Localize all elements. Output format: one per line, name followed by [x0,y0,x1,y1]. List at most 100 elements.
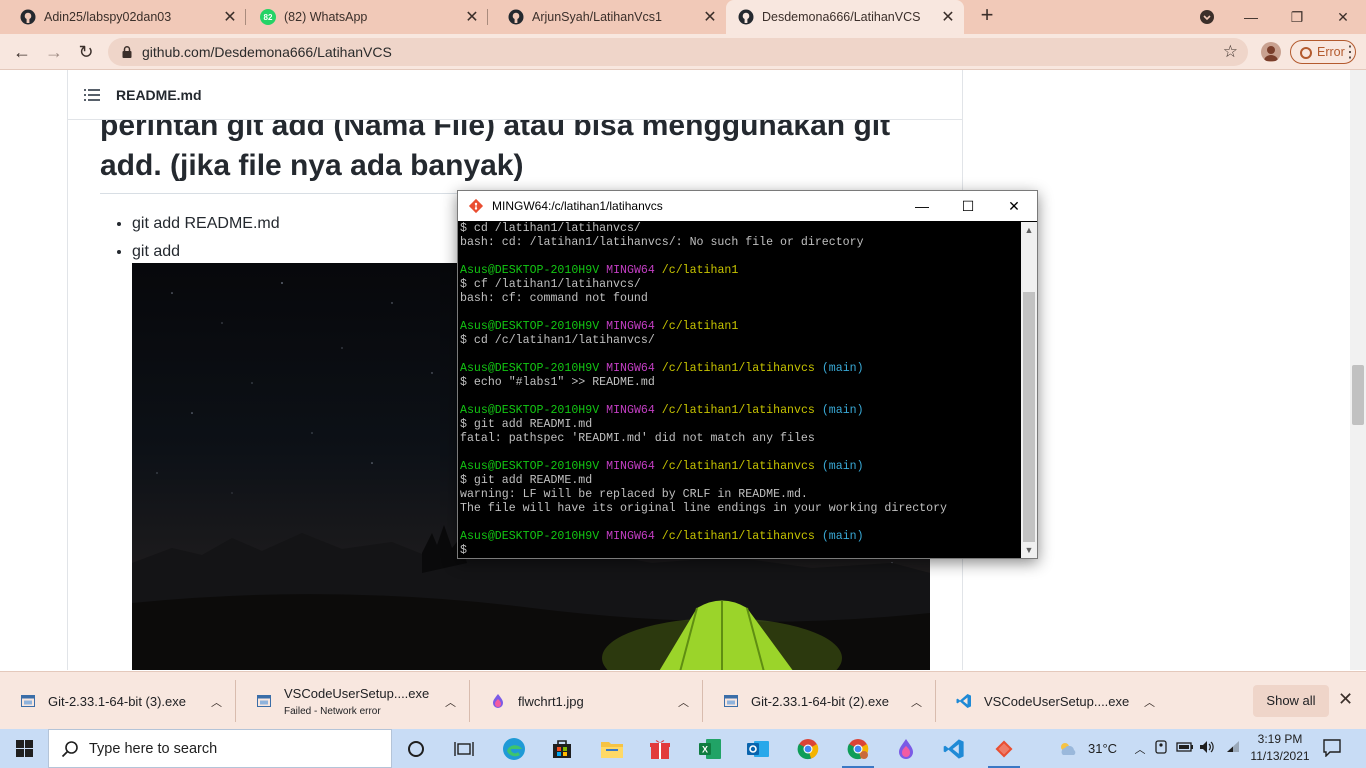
prompt-system: MINGW64 [606,530,655,543]
outlook-icon[interactable] [734,729,782,768]
close-download-bar-icon[interactable]: ✕ [1338,689,1353,710]
people-icon[interactable] [1154,740,1168,757]
cortana-icon[interactable] [392,729,440,768]
terminal-output-line: warning: LF will be replaced by CRLF in … [460,488,808,501]
git-bash-icon[interactable] [980,729,1028,768]
prompt-system: MINGW64 [606,460,655,473]
readme-bullet-list: git add README.md git add [132,210,280,266]
chevron-up-icon[interactable]: ︿ [211,694,222,710]
windows-start-icon[interactable] [0,729,48,768]
restore-icon[interactable]: ❐ [1274,0,1320,34]
terminal-output-line: $ [460,544,467,557]
browser-toolbar: ← → ↻ github.com/Desdemona666/LatihanVCS… [0,34,1366,70]
git-bash-window[interactable]: MINGW64:/c/latihan1/latihanvcs — ☐ ✕ $ c… [457,190,1038,559]
close-icon[interactable]: ✕ [938,7,958,27]
bookmark-star-icon[interactable]: ☆ [1223,42,1238,62]
battery-icon[interactable] [1176,741,1194,756]
address-bar[interactable]: github.com/Desdemona666/LatihanVCS ☆ [108,38,1248,66]
chevron-up-icon[interactable]: ︿ [445,694,456,710]
scroll-down-icon[interactable]: ▼ [1021,542,1037,558]
gift-app-icon[interactable] [636,729,684,768]
installer-icon [256,693,272,709]
close-icon[interactable]: ✕ [700,7,720,27]
download-item[interactable]: Git-2.33.1-64-bit (3).exe ︿ [0,672,236,730]
prompt-path: /c/latihan1/latihanvcs [661,404,815,417]
heading-line: add. (jika file nya ada banyak) [100,149,524,182]
prompt-system: MINGW64 [606,320,655,333]
edge-icon[interactable] [490,729,538,768]
reload-icon[interactable]: ↻ [74,40,98,64]
back-arrow-icon[interactable]: ← [10,40,34,64]
terminal-prompt-line: Asus@DESKTOP-2010H9V MINGW64 /c/latihan1… [460,530,1020,544]
terminal-title-bar[interactable]: MINGW64:/c/latihan1/latihanvcs — ☐ ✕ [458,191,1037,221]
windows-taskbar: Type here to search X 31°C ︿ 3:19 PM 11/… [0,729,1366,768]
page-scrollbar[interactable] [1350,70,1366,670]
chevron-up-icon[interactable]: ︿ [1144,694,1155,710]
weather-widget[interactable]: 31°C [1058,729,1117,768]
forward-arrow-icon[interactable]: → [42,40,66,64]
prompt-user: Asus@DESKTOP-2010H9V [460,320,600,333]
prompt-path: /c/latihan1/latihanvcs [661,530,815,543]
minimize-icon[interactable]: — [1228,0,1274,34]
github-icon [20,9,36,25]
terminal-output-line: $ echo "#labs1" >> README.md [460,376,655,389]
tab-desdemona666[interactable]: Desdemona666/LatihanVCS ✕ [726,0,964,34]
prompt-user: Asus@DESKTOP-2010H9V [460,404,600,417]
terminal-prompt-line: Asus@DESKTOP-2010H9V MINGW64 /c/latihan1… [460,362,1020,376]
chrome-icon[interactable] [784,729,832,768]
terminal-output-line: The file will have its original line end… [460,502,948,515]
terminal-minimize-icon[interactable]: — [899,191,945,221]
profile-avatar[interactable] [1261,42,1281,62]
terminal-output-line: $ cd /c/latihan1/latihanvcs/ [460,334,655,347]
prompt-path: /c/latihan1 [661,264,739,277]
download-item[interactable]: VSCodeUserSetup....exe ︿ [936,672,1169,730]
tab-arjunsyah[interactable]: ArjunSyah/LatihanVcs1 ✕ [488,0,726,34]
scroll-up-icon[interactable]: ▲ [1021,222,1037,238]
volume-icon[interactable] [1199,740,1215,757]
chevron-up-icon[interactable]: ︿ [911,694,922,710]
show-all-button[interactable]: Show all [1253,685,1329,717]
vscode-icon[interactable] [930,729,978,768]
download-file-name: VSCodeUserSetup....exe [284,685,430,701]
terminal-output-line: $ cd /latihan1/latihanvcs/ [460,222,641,235]
chevron-up-icon[interactable]: ︿ [1134,741,1146,757]
download-item[interactable]: Git-2.33.1-64-bit (2).exe ︿ [703,672,936,730]
notification-icon[interactable] [1322,739,1342,757]
more-menu-icon[interactable]: ⋮ [1342,42,1358,62]
image-file-icon [490,693,506,709]
taskbar-search-box[interactable]: Type here to search [48,729,392,768]
new-tab-icon[interactable]: + [976,4,998,27]
browser-tab-strip: Adin25/labspy02dan03 ✕ 82 (82) WhatsApp … [0,0,1366,34]
terminal-output[interactable]: $ cd /latihan1/latihanvcs/bash: cd: /lat… [460,222,1020,558]
terminal-maximize-icon[interactable]: ☐ [945,191,991,221]
wifi-icon[interactable] [1225,740,1241,757]
tab-adin25[interactable]: Adin25/labspy02dan03 ✕ [0,0,246,34]
microsoft-store-icon[interactable] [538,729,586,768]
chrome-icon[interactable] [834,729,882,768]
whatsapp-icon: 82 [260,9,276,25]
scrollbar-thumb[interactable] [1352,365,1364,425]
terminal-output-line: bash: cf: command not found [460,292,648,305]
outline-list-icon[interactable] [84,88,100,101]
image-viewer-icon[interactable] [882,729,930,768]
download-item[interactable]: VSCodeUserSetup....exe Failed - Network … [236,672,470,730]
tab-whatsapp[interactable]: 82 (82) WhatsApp ✕ [246,0,488,34]
download-item[interactable]: flwchrt1.jpg ︿ [470,672,703,730]
window-close-icon[interactable]: ✕ [1320,0,1366,34]
prompt-user: Asus@DESKTOP-2010H9V [460,264,600,277]
chevron-up-icon[interactable]: ︿ [678,694,689,710]
tab-title: Desdemona666/LatihanVCS [762,10,921,24]
tab-search-icon[interactable] [1184,0,1230,34]
scrollbar-thumb[interactable] [1023,292,1035,542]
close-icon[interactable]: ✕ [462,7,482,27]
terminal-close-icon[interactable]: ✕ [991,191,1037,221]
taskbar-clock[interactable]: 3:19 PM 11/13/2021 [1240,731,1320,765]
excel-icon[interactable]: X [686,729,734,768]
terminal-scrollbar[interactable]: ▲ ▼ [1021,222,1037,558]
clock-date: 11/13/2021 [1250,749,1310,763]
file-explorer-icon[interactable] [588,729,636,768]
tab-title: Adin25/labspy02dan03 [44,10,172,24]
task-view-icon[interactable] [440,729,488,768]
close-icon[interactable]: ✕ [220,7,240,27]
